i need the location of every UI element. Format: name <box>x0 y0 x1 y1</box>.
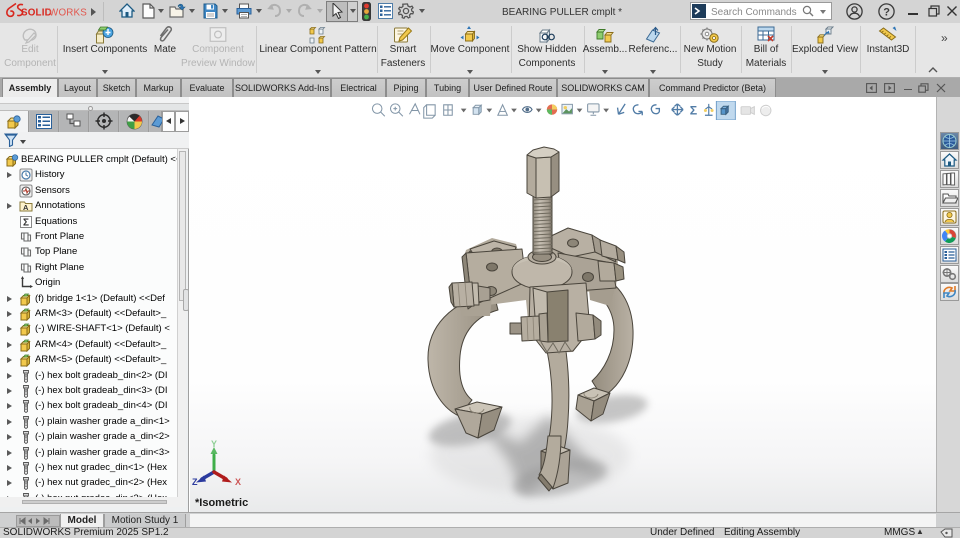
svg-text:X: X <box>235 477 241 487</box>
svg-text:?: ? <box>883 7 890 19</box>
svg-text:Z: Z <box>192 477 198 487</box>
svg-text:SOLID: SOLID <box>21 8 52 19</box>
svg-text:Y: Y <box>211 439 217 449</box>
svg-text:WORKS: WORKS <box>49 8 87 19</box>
